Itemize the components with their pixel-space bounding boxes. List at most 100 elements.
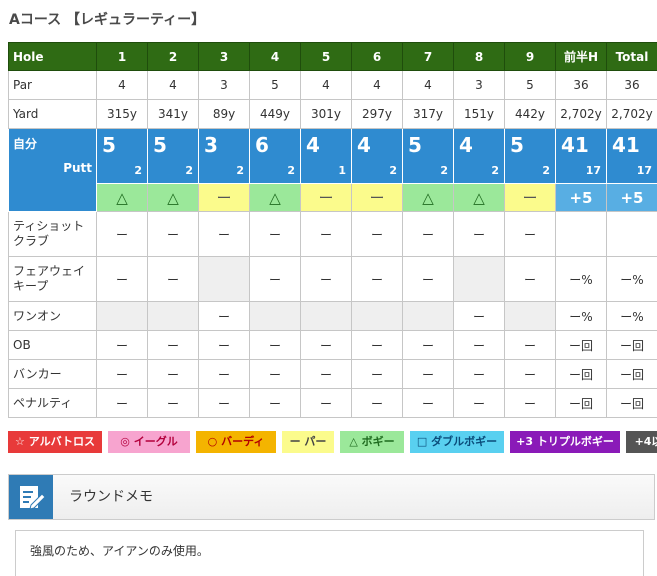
stroke-count: 6 [255, 133, 269, 157]
par-row: Par4435444353636 [9, 71, 657, 100]
stat-label: ティショットクラブ [9, 212, 97, 257]
yard-cell: 341y [148, 100, 199, 129]
result-mark-par: ー [505, 184, 556, 212]
hole-number: 6 [352, 43, 403, 71]
stat-cell: ー [199, 212, 250, 257]
stat-front: ー回 [556, 331, 607, 360]
stat-cell: ー [199, 389, 250, 418]
stat-cell [403, 302, 454, 331]
stroke-count: 41 [561, 133, 589, 157]
stat-front: ー% [556, 257, 607, 302]
stat-cell [148, 302, 199, 331]
hole-score-cell: 52 [97, 129, 148, 184]
yard-cell: 442y [505, 100, 556, 129]
yard-cell: 317y [403, 100, 454, 129]
putt-count: 2 [389, 164, 397, 177]
yard-cell: 301y [301, 100, 352, 129]
hole-label: Hole [9, 43, 97, 71]
stat-cell: ー [250, 331, 301, 360]
yard-label: Yard [9, 100, 97, 129]
stroke-count: 3 [204, 133, 218, 157]
hole-score-cell: 42 [454, 129, 505, 184]
stroke-count: 5 [102, 133, 116, 157]
par-cell: 4 [148, 71, 199, 100]
stat-cell: ー [301, 389, 352, 418]
stat-cell: ー [352, 212, 403, 257]
stroke-count: 5 [510, 133, 524, 157]
hole-number: 5 [301, 43, 352, 71]
legend-item: ○ バーディ [196, 431, 276, 453]
par-cell: 5 [250, 71, 301, 100]
stat-cell: ー [301, 212, 352, 257]
putt-count: 2 [287, 164, 295, 177]
result-mark-bogey: △ [97, 184, 148, 212]
stat-cell [352, 302, 403, 331]
stroke-count: 4 [306, 133, 320, 157]
stat-front: ー回 [556, 389, 607, 418]
stat-cell: ー [148, 257, 199, 302]
legend-item: □ ダブルボギー [410, 431, 504, 453]
stat-cell: ー [97, 257, 148, 302]
hole-number: 8 [454, 43, 505, 71]
stat-cell: ー [505, 331, 556, 360]
stat-cell: ー [199, 302, 250, 331]
hole-number: 2 [148, 43, 199, 71]
putt-count: 17 [637, 164, 652, 177]
total-label: Total [607, 43, 657, 71]
stat-cell: ー [352, 331, 403, 360]
stat-cell: ー [352, 389, 403, 418]
stat-cell: ー [97, 331, 148, 360]
scorecard-table: Hole123456789前半HTotalPar4435444353636Yar… [8, 42, 657, 418]
stat-total: ー回 [607, 360, 657, 389]
stat-cell: ー [454, 389, 505, 418]
stat-cell: ー [148, 331, 199, 360]
stat-cell: ー [403, 212, 454, 257]
stat-row: ワンオンーーー%ー% [9, 302, 657, 331]
stat-cell: ー [454, 212, 505, 257]
hole-number: 7 [403, 43, 454, 71]
hole-number: 4 [250, 43, 301, 71]
stat-front: ー% [556, 302, 607, 331]
result-mark-par: ー [199, 184, 250, 212]
stat-front: ー回 [556, 360, 607, 389]
round-memo-body: 強風のため、アイアンのみ使用。 [15, 530, 644, 576]
stat-cell [97, 302, 148, 331]
yard-total: 2,702y [607, 100, 657, 129]
memo-edit-icon [9, 475, 53, 519]
stat-cell: ー [250, 360, 301, 389]
par-cell: 4 [97, 71, 148, 100]
stat-cell: ー [97, 212, 148, 257]
round-memo-header: ラウンドメモ [8, 474, 655, 520]
stat-row: ティショットクラブーーーーーーーーー [9, 212, 657, 257]
course-title: Aコース 【レギュラーティー】 [9, 9, 205, 29]
hole-number: 3 [199, 43, 250, 71]
stat-cell: ー [505, 360, 556, 389]
legend-item: ☆ アルバトロス [8, 431, 102, 453]
stat-row: フェアウェイキープーーーーーーーー%ー% [9, 257, 657, 302]
stat-cell: ー [148, 360, 199, 389]
stat-cell: ー [403, 389, 454, 418]
hole-score-cell: 52 [505, 129, 556, 184]
legend-item: ー パー [282, 431, 334, 453]
header-row: Hole123456789前半HTotal [9, 43, 657, 71]
front-score-cell: 4117 [556, 129, 607, 184]
stat-cell: ー [301, 257, 352, 302]
stat-row: OBーーーーーーーーーー回ー回 [9, 331, 657, 360]
putt-count: 2 [236, 164, 244, 177]
stat-cell: ー [403, 331, 454, 360]
par-cell: 4 [301, 71, 352, 100]
stat-label: フェアウェイキープ [9, 257, 97, 302]
stat-total: ー回 [607, 331, 657, 360]
result-mark-par: ー [301, 184, 352, 212]
stat-cell: ー [250, 389, 301, 418]
stat-cell: ー [97, 389, 148, 418]
putt-count: 2 [185, 164, 193, 177]
stat-cell: ー [505, 257, 556, 302]
stat-row: ペナルティーーーーーーーーーー回ー回 [9, 389, 657, 418]
stat-cell: ー [505, 389, 556, 418]
putt-count: 2 [134, 164, 142, 177]
result-mark-bogey: △ [250, 184, 301, 212]
stat-total [607, 212, 657, 257]
par-front: 36 [556, 71, 607, 100]
stat-label: OB [9, 331, 97, 360]
